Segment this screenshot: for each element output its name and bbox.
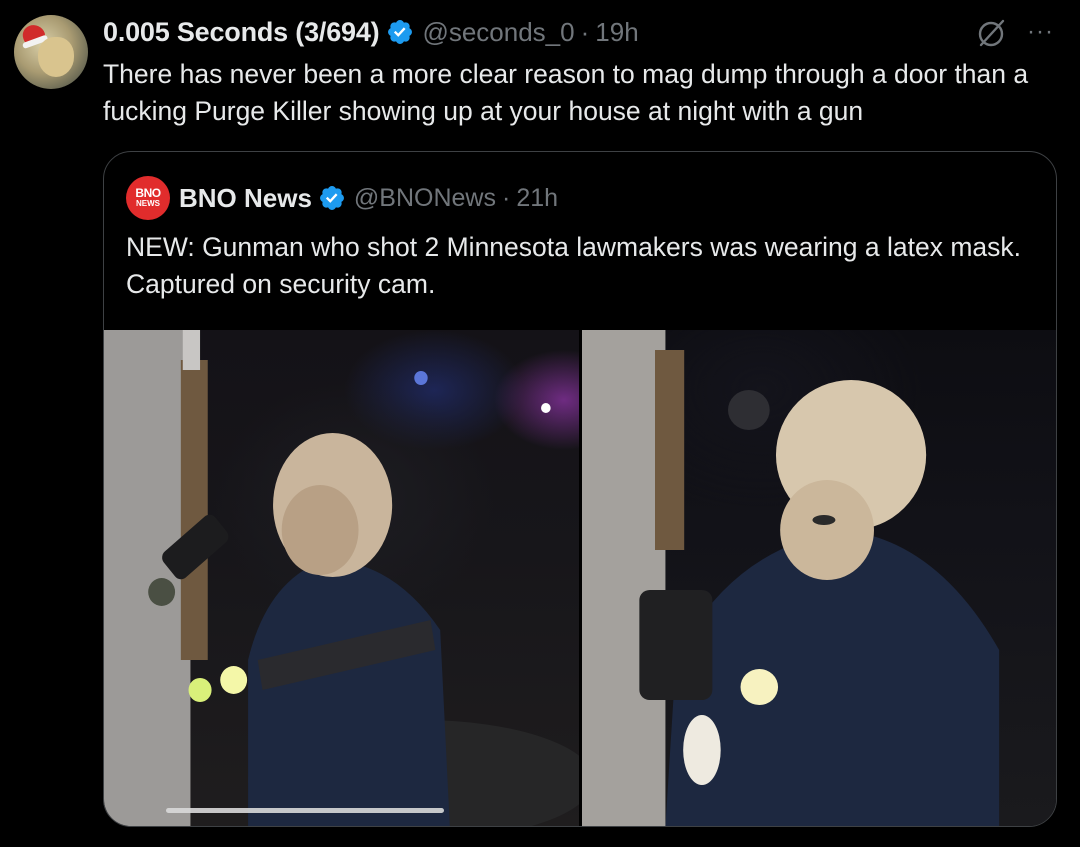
tweet-text: There has never been a more clear reason… [103,59,1029,126]
media-image-left[interactable] [104,330,579,826]
avatar[interactable] [14,15,88,89]
separator-dot: · [580,16,590,47]
tweet-header: 0.005 Seconds (3/694) @seconds_0 · 19h [103,14,639,50]
quoted-handle[interactable]: @BNONews [354,184,496,213]
quoted-tweet-header: BNO NEWS BNO News @BNONews · 21h [126,176,558,220]
timestamp[interactable]: 19h [595,17,638,48]
media-scrollbar[interactable] [166,808,444,813]
quoted-tweet-card[interactable]: BNO NEWS BNO News @BNONews · 21h NEW: Gu… [103,151,1057,827]
display-name[interactable]: 0.005 Seconds (3/694) [103,17,380,48]
verified-badge-icon [319,186,344,210]
separator-dot: · [502,183,511,212]
logo-text-top: BNO [135,185,161,200]
handle[interactable]: @seconds_0 [422,17,574,48]
media-image-right[interactable] [581,330,1056,826]
security-cam-scene-right [581,330,999,826]
bno-news-logo[interactable]: BNO NEWS [126,176,170,220]
avatar-face-graphic [38,37,74,77]
verified-badge-icon [388,20,413,44]
quoted-timestamp[interactable]: 21h [516,184,558,213]
grok-icon[interactable] [975,18,1007,50]
more-options-icon[interactable]: ··· [1027,18,1054,46]
media-grid [104,330,1056,826]
quoted-display-name[interactable]: BNO News [179,183,312,214]
logo-text-bottom: NEWS [136,198,160,208]
security-cam-scene-left [104,330,579,826]
quoted-tweet-text: NEW: Gunman who shot 2 Minnesota lawmake… [126,232,1021,299]
